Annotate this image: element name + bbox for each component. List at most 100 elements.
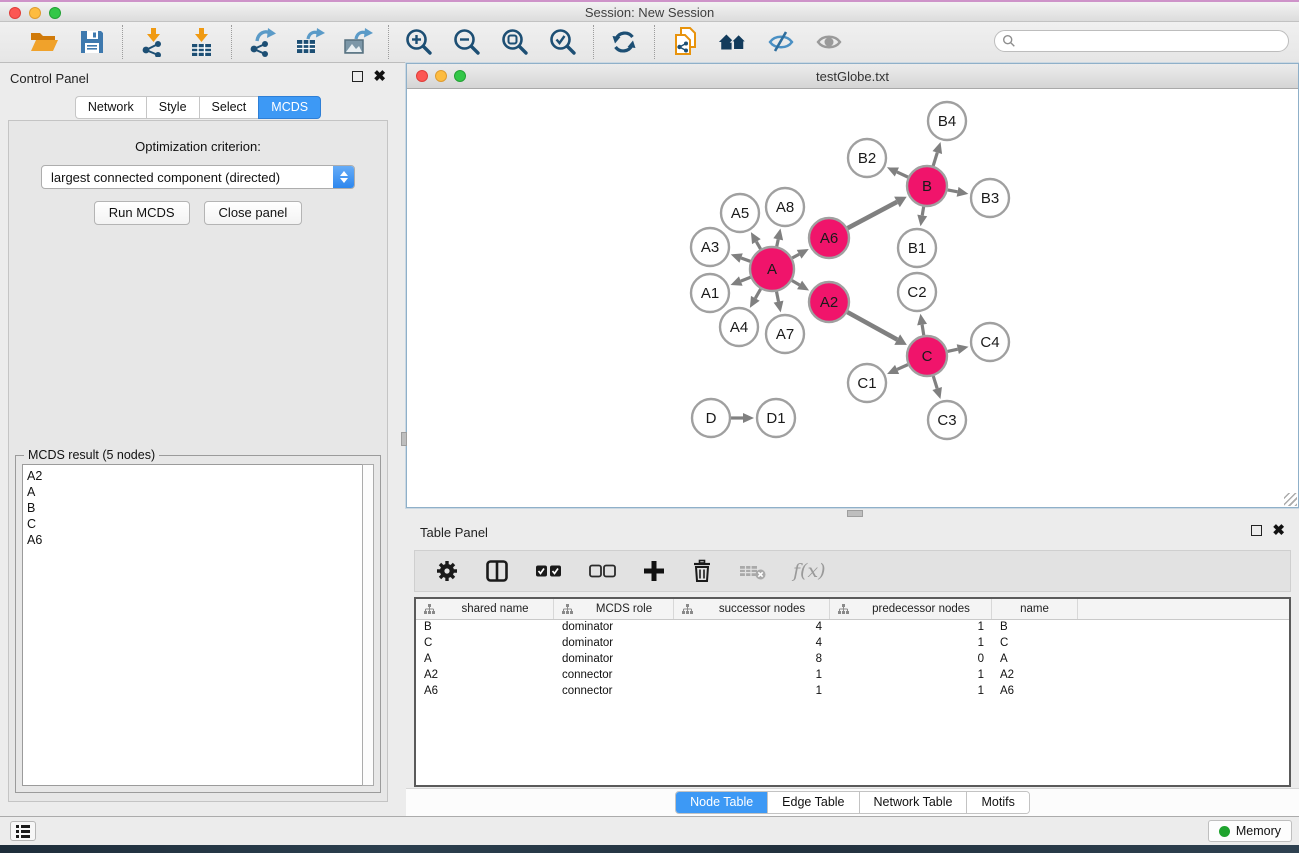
graph-edge-C-C4[interactable]	[947, 349, 957, 351]
graph-edge-C-C2[interactable]	[922, 325, 924, 336]
graph-edge-A-A1[interactable]	[741, 277, 751, 281]
table-cell[interactable]: connector	[554, 684, 674, 700]
table-cell[interactable]: 1	[674, 684, 830, 700]
tab-motifs[interactable]: Motifs	[967, 792, 1028, 813]
mcds-result-list[interactable]: A2ABCA6	[22, 464, 362, 786]
network-window-titlebar[interactable]: testGlobe.txt	[407, 64, 1298, 89]
graph-edge-B-B3[interactable]	[948, 190, 958, 192]
column-header-predecessor-nodes[interactable]: predecessor nodes	[830, 599, 992, 619]
tab-mcds[interactable]: MCDS	[258, 96, 321, 119]
hide-icon[interactable]	[765, 26, 797, 58]
open-folder-icon[interactable]	[28, 26, 60, 58]
zoom-out-icon[interactable]	[451, 26, 483, 58]
table-cell[interactable]: B	[416, 620, 554, 636]
tab-select[interactable]: Select	[199, 96, 259, 119]
graph-edge-B-B4[interactable]	[933, 153, 937, 166]
table-cell[interactable]: 1	[830, 668, 992, 684]
graph-edge-C-C3[interactable]	[933, 376, 937, 388]
zoom-selected-icon[interactable]	[547, 26, 579, 58]
mcds-result-item[interactable]: A2	[27, 468, 362, 484]
close-panel-icon[interactable]: ✖	[373, 71, 386, 82]
network-canvas[interactable]: B4B2BB3A5A8A6B1A3AA1C2A2A4A7C4CC1DD1C3	[407, 89, 1298, 507]
column-header-shared-name[interactable]: shared name	[416, 599, 554, 619]
optimization-criterion-dropdown[interactable]: largest connected component (directed)	[41, 165, 355, 189]
columns-icon[interactable]	[485, 559, 509, 583]
horizontal-splitter-handle[interactable]	[847, 510, 863, 517]
refresh-icon[interactable]	[608, 26, 640, 58]
table-cell[interactable]: dominator	[554, 652, 674, 668]
table-cell[interactable]: connector	[554, 668, 674, 684]
table-cell[interactable]: A	[992, 652, 1078, 668]
deselect-all-icon[interactable]	[589, 564, 617, 578]
tab-network-table[interactable]: Network Table	[860, 792, 968, 813]
import-table-icon[interactable]	[185, 26, 217, 58]
table-cell[interactable]: A6	[416, 684, 554, 700]
memory-button[interactable]: Memory	[1208, 820, 1292, 842]
save-icon[interactable]	[76, 26, 108, 58]
export-network-icon[interactable]	[246, 26, 278, 58]
graph-edge-C-C1[interactable]	[897, 365, 908, 370]
column-header-successor-nodes[interactable]: successor nodes	[674, 599, 830, 619]
tab-network[interactable]: Network	[75, 96, 146, 119]
vertical-splitter-handle[interactable]	[401, 432, 407, 446]
table-cell[interactable]: A2	[416, 668, 554, 684]
graph-edge-A6-B[interactable]	[848, 202, 897, 228]
task-history-icon[interactable]	[10, 821, 36, 841]
table-cell[interactable]: 4	[674, 636, 830, 652]
table-cell[interactable]: 1	[830, 636, 992, 652]
gear-icon[interactable]	[435, 559, 459, 583]
table-cell[interactable]: C	[992, 636, 1078, 652]
column-header-name[interactable]: name	[992, 599, 1078, 619]
run-mcds-button[interactable]: Run MCDS	[94, 201, 190, 225]
graph-edge-A-A2[interactable]	[792, 281, 800, 285]
table-cell[interactable]: A	[416, 652, 554, 668]
tab-style[interactable]: Style	[146, 96, 199, 119]
graph-edge-A-A5[interactable]	[756, 242, 760, 249]
graph-edge-A-A8[interactable]	[777, 239, 779, 246]
select-all-icon[interactable]	[535, 564, 563, 578]
export-table-icon[interactable]	[294, 26, 326, 58]
graph-edge-B-B1[interactable]	[922, 207, 923, 216]
tab-edge-table[interactable]: Edge Table	[768, 792, 859, 813]
table-cell[interactable]: 8	[674, 652, 830, 668]
copy-network-icon[interactable]	[669, 26, 701, 58]
import-network-icon[interactable]	[137, 26, 169, 58]
graph-edge-A-A7[interactable]	[777, 292, 779, 302]
table-row[interactable]: Adominator80A	[416, 652, 1289, 668]
home-icon[interactable]	[717, 26, 749, 58]
mcds-result-item[interactable]: A6	[27, 532, 362, 548]
table-cell[interactable]: C	[416, 636, 554, 652]
table-cell[interactable]: A6	[992, 684, 1078, 700]
table-row[interactable]: Cdominator41C	[416, 636, 1289, 652]
mcds-list-scrollbar[interactable]	[362, 464, 374, 786]
float-panel-icon[interactable]	[352, 71, 363, 82]
table-cell[interactable]: A2	[992, 668, 1078, 684]
table-cell[interactable]: 0	[830, 652, 992, 668]
search-input[interactable]	[1016, 32, 1288, 50]
graph-edge-A2-C[interactable]	[847, 312, 897, 339]
graph-edge-B-B2[interactable]	[897, 172, 908, 177]
mcds-result-item[interactable]: A	[27, 484, 362, 500]
table-row[interactable]: Bdominator41B	[416, 620, 1289, 636]
table-row[interactable]: A2connector11A2	[416, 668, 1289, 684]
table-cell[interactable]: 1	[830, 684, 992, 700]
table-row[interactable]: A6connector11A6	[416, 684, 1289, 700]
tab-node-table[interactable]: Node Table	[676, 792, 768, 813]
table-cell[interactable]: dominator	[554, 636, 674, 652]
close-panel-button[interactable]: Close panel	[204, 201, 303, 225]
table-cell[interactable]: 4	[674, 620, 830, 636]
zoom-in-icon[interactable]	[403, 26, 435, 58]
close-table-panel-icon[interactable]: ✖	[1272, 525, 1285, 536]
export-image-icon[interactable]	[342, 26, 374, 58]
add-icon[interactable]	[643, 560, 665, 582]
float-table-panel-icon[interactable]	[1251, 525, 1262, 536]
mcds-result-item[interactable]: B	[27, 500, 362, 516]
eye-icon[interactable]	[813, 26, 845, 58]
graph-edge-A-A6[interactable]	[792, 254, 799, 258]
column-header-MCDS-role[interactable]: MCDS role	[554, 599, 674, 619]
table-cell[interactable]: 1	[674, 668, 830, 684]
graph-edge-A-A3[interactable]	[741, 258, 750, 261]
trash-icon[interactable]	[691, 559, 713, 583]
search-field[interactable]	[994, 30, 1289, 52]
table-cell[interactable]: 1	[830, 620, 992, 636]
